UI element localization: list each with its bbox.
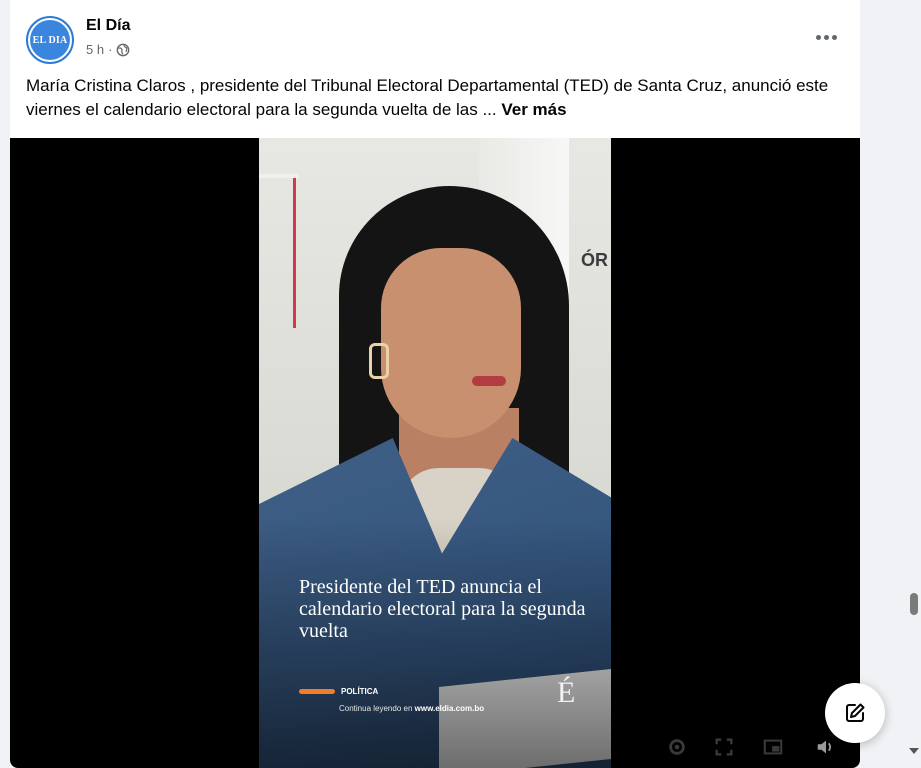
- page-scrollbar[interactable]: [906, 0, 921, 768]
- person-earring: [369, 343, 389, 379]
- video-frame: ÓR Presidente del TED anuncia el calenda…: [259, 138, 611, 768]
- post-card: EL DIA El Día 5 h · María Cristina Claro…: [10, 0, 860, 768]
- more-options-icon[interactable]: [808, 22, 844, 52]
- post-timestamp[interactable]: 5 h: [86, 42, 104, 57]
- fullscreen-icon[interactable]: [713, 736, 735, 758]
- category-accent-bar: [299, 689, 335, 694]
- video-overlay-title: Presidente del TED anuncia el calendario…: [299, 576, 586, 642]
- scrollbar-thumb[interactable]: [910, 593, 918, 615]
- edit-icon: [846, 703, 865, 722]
- video-category: POLÍTICA: [299, 687, 378, 696]
- settings-icon[interactable]: [666, 736, 688, 758]
- person-lips: [472, 376, 506, 386]
- video-player[interactable]: ÓR Presidente del TED anuncia el calenda…: [10, 138, 860, 768]
- volume-icon[interactable]: [815, 736, 837, 758]
- continue-reading-text: Continua leyendo en www.eldia.com.bo: [339, 704, 484, 713]
- post-header: EL DIA El Día 5 h ·: [10, 0, 860, 70]
- background-red-line: [293, 178, 296, 328]
- avatar-logo-text: EL DIA: [30, 20, 70, 60]
- post-meta: 5 h ·: [86, 42, 130, 57]
- category-label: POLÍTICA: [341, 687, 379, 696]
- post-caption: María Cristina Claros , presidente del T…: [26, 74, 856, 122]
- continue-prefix: Continua leyendo en: [339, 704, 415, 713]
- continue-site: www.eldia.com.bo: [414, 704, 485, 713]
- page-name-link[interactable]: El Día: [86, 17, 130, 35]
- picture-in-picture-icon[interactable]: [762, 736, 784, 758]
- person-face: [381, 248, 521, 438]
- background-sign-text: ÓR: [581, 250, 608, 270]
- page-avatar[interactable]: EL DIA: [26, 16, 74, 64]
- new-post-button[interactable]: [825, 683, 885, 743]
- scroll-down-arrow-icon[interactable]: [909, 748, 919, 754]
- globe-icon[interactable]: [116, 43, 130, 57]
- video-controls: [10, 728, 860, 768]
- meta-separator: ·: [108, 42, 113, 57]
- caption-text: María Cristina Claros , presidente del T…: [26, 76, 829, 119]
- see-more-link[interactable]: Ver más: [501, 100, 566, 119]
- brand-mark: É: [557, 676, 576, 709]
